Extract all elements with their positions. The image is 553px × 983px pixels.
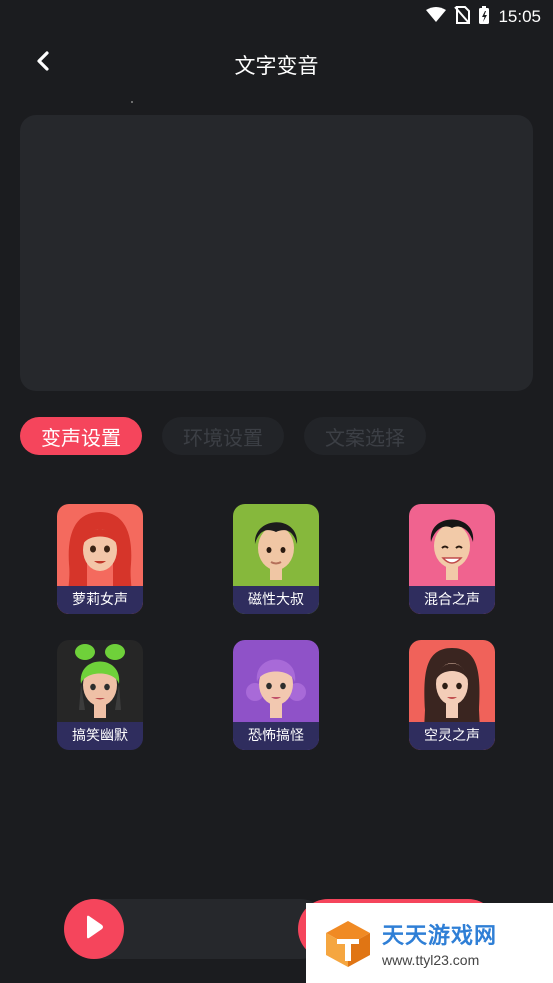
play-button[interactable]: [64, 899, 124, 959]
tab-bar: 变声设置 环境设置 文案选择: [20, 417, 426, 455]
no-sim-icon: [454, 6, 471, 28]
play-icon: [83, 914, 105, 944]
voice-label: 搞笑幽默: [57, 722, 143, 750]
watermark-url: www.ttyl23.com: [382, 952, 480, 968]
watermark-name: 天天游戏网: [382, 923, 498, 949]
tab-script-selection[interactable]: 文案选择: [304, 417, 426, 455]
watermark-logo: [326, 921, 370, 967]
tab-environment-settings[interactable]: 环境设置: [162, 417, 284, 455]
voice-label: 恐怖搞怪: [233, 722, 319, 750]
voice-label: 萝莉女声: [57, 586, 143, 614]
tab-voice-settings[interactable]: 变声设置: [20, 417, 142, 455]
playback-track[interactable]: [90, 899, 330, 959]
status-bar: 15:05: [0, 0, 553, 32]
watermark-text: 天天游戏网 www.ttyl23.com: [382, 918, 497, 968]
voice-label: 空灵之声: [409, 722, 495, 750]
status-icons: 15:05: [426, 5, 541, 29]
page-title: 文字变音: [234, 54, 319, 78]
voice-card-mixed-voice[interactable]: 混合之声: [409, 504, 495, 614]
wifi-icon: [426, 7, 447, 27]
status-time: 15:05: [498, 7, 541, 26]
voice-card-magnetic-uncle[interactable]: 磁性大叔: [233, 504, 319, 614]
voice-card-loli[interactable]: 萝莉女声: [57, 504, 143, 614]
header: 文字变音: [0, 32, 553, 94]
battery-charging-icon: [478, 5, 490, 29]
voice-label: 磁性大叔: [233, 586, 319, 614]
decorative-dot: [131, 101, 133, 103]
voice-card-funny-humor[interactable]: 搞笑幽默: [57, 640, 143, 750]
voice-card-horror-quirky[interactable]: 恐怖搞怪: [233, 640, 319, 750]
watermark: 天天游戏网 www.ttyl23.com: [306, 903, 553, 983]
voice-card-ethereal-voice[interactable]: 空灵之声: [409, 640, 495, 750]
text-input-area[interactable]: [20, 115, 533, 391]
voice-label: 混合之声: [409, 586, 495, 614]
